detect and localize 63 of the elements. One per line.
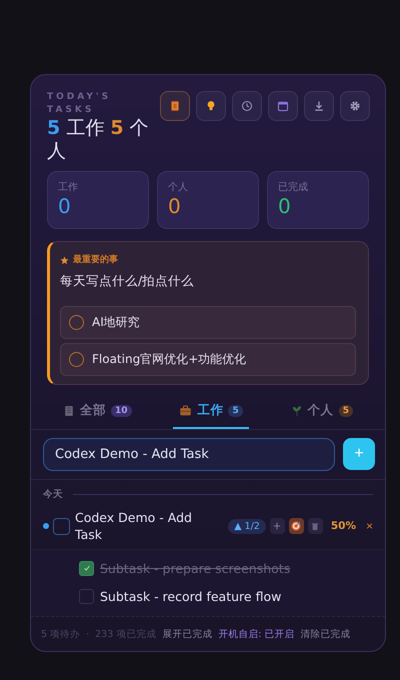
leaf-icon	[290, 404, 303, 416]
section-title: 今天	[43, 488, 63, 501]
focus-heading: 最重要的事	[73, 253, 118, 266]
toolbar-button[interactable]	[232, 91, 262, 121]
eyebrow-title: TODAY'S TASKS	[47, 91, 112, 117]
stat-value: 0	[168, 194, 182, 218]
settings-icon	[349, 100, 361, 112]
subtask-badge[interactable]: ▲ 1/2	[228, 518, 266, 534]
count-badge: 5	[228, 404, 243, 416]
toolbar-button[interactable]	[268, 91, 298, 121]
target-button[interactable]	[288, 518, 304, 534]
task-input-field[interactable]: Codex Demo - Add Task	[43, 438, 335, 471]
pending-count: 5 项待办	[41, 628, 80, 641]
autostart-toggle[interactable]: 开机自启: 已开启	[218, 628, 294, 641]
calendar-icon	[277, 100, 289, 112]
stat-label: 个人	[168, 181, 189, 194]
checkbox[interactable]	[79, 560, 94, 576]
add-subtask-button[interactable]	[270, 518, 285, 534]
focus-item-text: Floating官网优化+功能优化	[92, 351, 246, 368]
count-badge: 10	[110, 404, 132, 416]
checkbox[interactable]	[53, 518, 70, 534]
stat-label: 已完成	[278, 180, 309, 194]
checkmark-icon	[82, 564, 90, 572]
task-title: Codex Demo - Add Task	[75, 509, 193, 543]
download-icon	[313, 100, 325, 112]
target-icon	[291, 521, 302, 531]
toolbar-button[interactable]	[196, 91, 226, 121]
tab-label: 工作	[197, 402, 224, 419]
toolbar-button[interactable]	[340, 91, 370, 121]
circle-checkbox[interactable]	[69, 315, 84, 330]
count-badge: 5	[338, 404, 353, 416]
tab-label: 全部	[80, 402, 106, 419]
remove-button[interactable]: ×	[360, 519, 377, 533]
plus-icon	[273, 522, 282, 530]
focus-item[interactable]: Floating官网优化+功能优化	[60, 343, 356, 376]
briefcase-icon	[179, 404, 192, 417]
tab[interactable]: 个人 5	[284, 399, 359, 429]
tab[interactable]: 全部 10	[56, 399, 138, 429]
circle-checkbox[interactable]	[69, 352, 84, 367]
card-icon	[169, 100, 181, 112]
lightbulb-icon	[205, 100, 217, 112]
clock-icon	[241, 100, 253, 112]
done-count: 233 项已完成	[95, 628, 156, 641]
progress-percent: 50%	[330, 520, 356, 532]
toolbar-button[interactable]	[160, 91, 190, 121]
stat-value: 0	[58, 194, 72, 218]
tab[interactable]: 工作 5	[173, 399, 249, 429]
clear-done-link[interactable]: 清除已完成	[300, 628, 350, 641]
expand-done-link[interactable]: 展开已完成	[162, 628, 212, 641]
checkbox[interactable]	[79, 588, 94, 604]
notebook-icon	[62, 404, 75, 416]
stat-label: 工作	[58, 181, 79, 194]
trash-icon	[311, 522, 320, 530]
subtask-title: Subtask - record feature flow	[100, 588, 282, 604]
subtask-title: Subtask - prepare screenshots	[100, 560, 290, 576]
toolbar-button[interactable]	[304, 91, 334, 121]
stat-value: 0	[278, 194, 292, 218]
summary-heading: 5 工作 5 个人	[47, 117, 150, 163]
tab-label: 个人	[308, 402, 334, 419]
focus-item-text: AI地研究	[92, 314, 140, 331]
focus-item[interactable]: AI地研究	[60, 306, 356, 339]
focus-text: 每天写点什么/拍点什么	[60, 273, 196, 290]
separator-dot: ·	[86, 629, 90, 640]
